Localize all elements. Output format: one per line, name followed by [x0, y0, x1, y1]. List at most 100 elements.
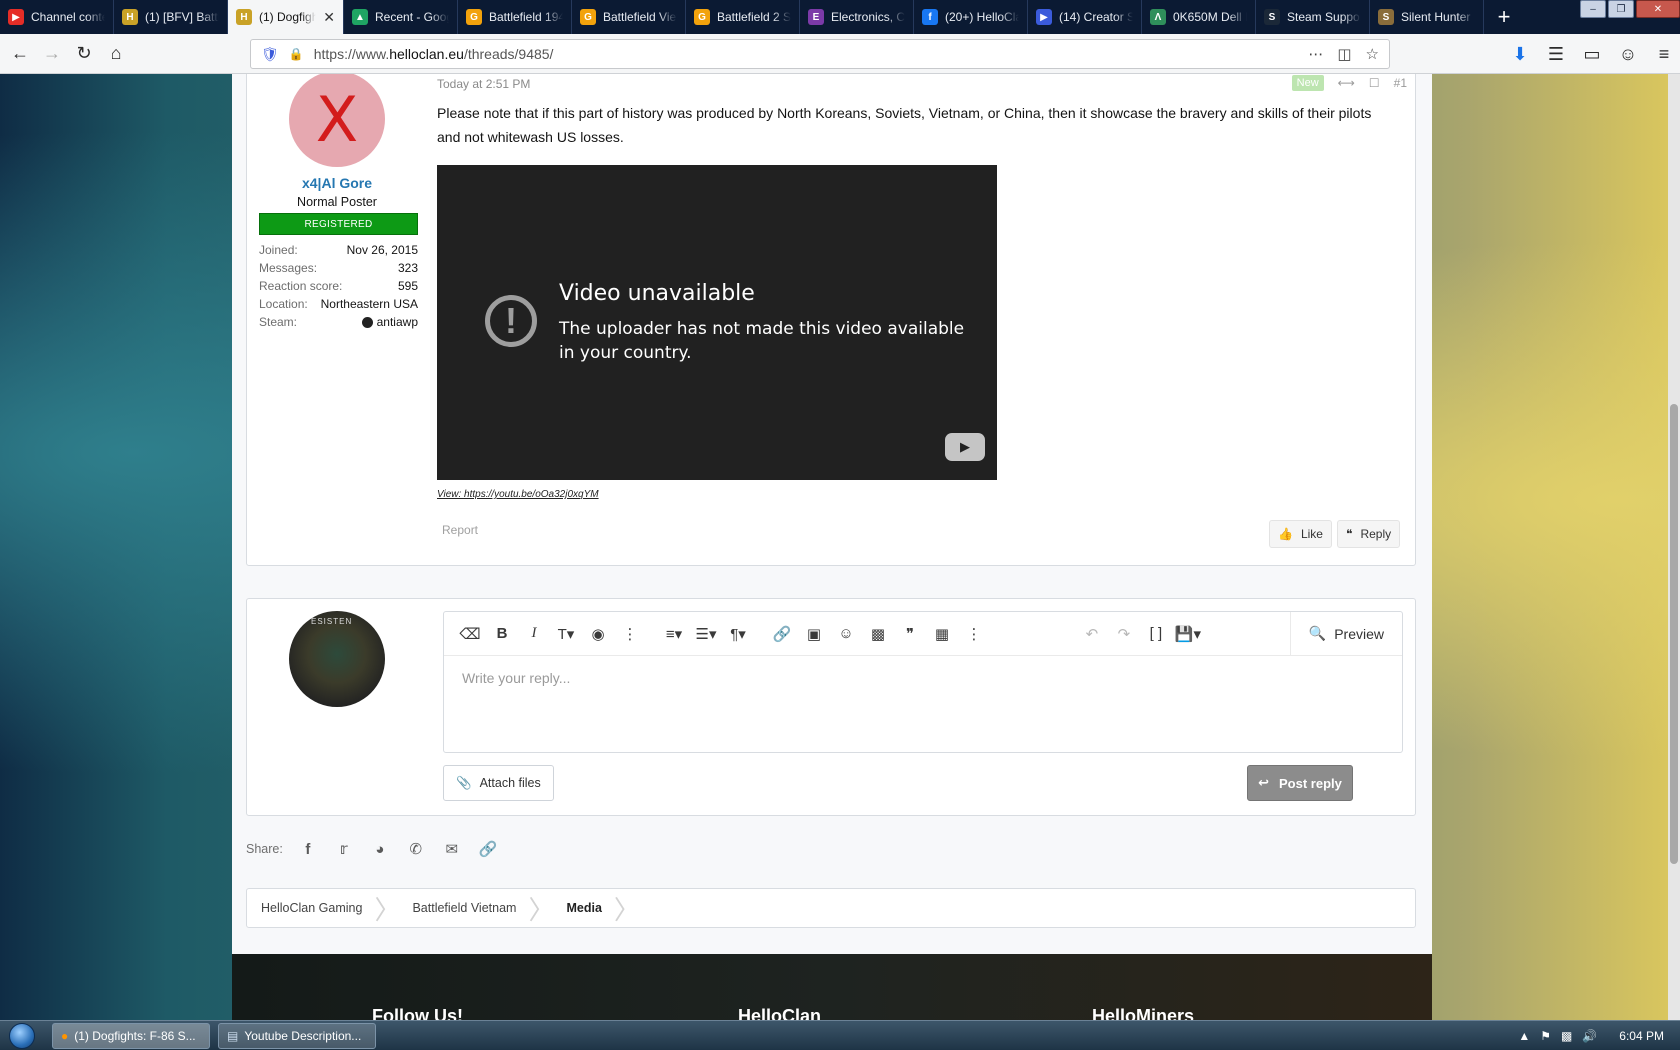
align-icon[interactable]: ☰▾ — [690, 618, 722, 650]
minimize-button[interactable]: – — [1580, 0, 1606, 18]
pocket-icon[interactable]: ◫ — [1337, 45, 1351, 63]
post-reply-button[interactable]: ↩ Post reply — [1247, 765, 1353, 801]
author-avatar[interactable]: X — [289, 74, 385, 167]
youtube-icon[interactable]: ▶ — [945, 433, 985, 461]
like-button[interactable]: 👍 Like — [1269, 520, 1332, 548]
browser-tab[interactable]: f (20+) HelloClan — [914, 0, 1028, 34]
author-name[interactable]: x4|Al Gore — [247, 175, 427, 191]
breadcrumb-item[interactable]: Media 〉 — [566, 890, 651, 927]
back-button[interactable]: ← — [4, 38, 36, 70]
palette-icon[interactable]: ◉ — [582, 618, 614, 650]
more-icon[interactable]: ⋯ — [1308, 45, 1323, 63]
browser-tab[interactable]: S Steam Support — [1256, 0, 1370, 34]
close-window-button[interactable]: ✕ — [1636, 0, 1680, 18]
report-link[interactable]: Report — [442, 523, 478, 537]
browser-tab[interactable]: ▶ (14) Creator Studio — [1028, 0, 1142, 34]
table-icon[interactable]: ▦ — [926, 618, 958, 650]
tray-up-icon[interactable]: ▲ — [1518, 1029, 1530, 1043]
browser-tab[interactable]: Λ 0K650M Dell Motherboard — [1142, 0, 1256, 34]
bookmark-icon[interactable]: ☐ — [1369, 76, 1380, 90]
browser-tab[interactable]: H (1) Dogfights: F-86 ✕ — [228, 0, 344, 34]
stat-value[interactable]: antiawp — [361, 315, 418, 329]
video-message: The uploader has not made this video ava… — [559, 319, 965, 363]
attach-files-button[interactable]: 📎 Attach files — [443, 765, 554, 801]
flag-icon[interactable]: ⚑ — [1540, 1029, 1551, 1043]
library-icon[interactable]: ☰ — [1540, 38, 1572, 70]
image-icon[interactable]: ▣ — [798, 618, 830, 650]
close-tab-icon[interactable]: ✕ — [323, 9, 335, 26]
url-text: https://www.helloclan.eu/threads/9485/ — [313, 46, 554, 62]
taskbar-firefox[interactable]: ● (1) Dogfights: F-86 S... — [52, 1022, 210, 1049]
link-icon[interactable]: 🔗 — [477, 838, 499, 860]
reload-button[interactable]: ↻ — [68, 38, 100, 70]
home-button[interactable]: ⌂ — [100, 38, 132, 70]
downloads-icon[interactable]: ⬇ — [1504, 38, 1536, 70]
reddit-icon[interactable]: ◕ — [369, 838, 391, 860]
bookmark-star-icon[interactable]: ☆ — [1366, 45, 1379, 63]
like-label: Like — [1300, 527, 1323, 541]
taskbar-notepad[interactable]: ▤ Youtube Description... — [218, 1022, 376, 1049]
browser-tab[interactable]: G Battlefield 1942 — [458, 0, 572, 34]
media-icon[interactable]: ▩ — [862, 618, 894, 650]
browser-tab[interactable]: ▲ Recent - Google Drive — [344, 0, 458, 34]
bold-icon[interactable]: B — [486, 618, 518, 650]
video-embed[interactable]: ! Video unavailable The uploader has not… — [437, 165, 997, 480]
clock[interactable]: 6:04 PM — [1619, 1029, 1664, 1043]
breadcrumb-item[interactable]: HelloClan Gaming 〉 — [261, 890, 412, 927]
link-icon[interactable]: 🔗 — [766, 618, 798, 650]
browser-tab[interactable]: G Battlefield 2 Server — [686, 0, 800, 34]
font-size-icon[interactable]: T▾ — [550, 618, 582, 650]
email-icon[interactable]: ✉ — [441, 838, 463, 860]
browser-tab[interactable]: H (1) [BFV] Battlefield — [114, 0, 228, 34]
user-avatar[interactable]: ESISTEN — [289, 611, 385, 707]
eraser-icon[interactable]: ⌫ — [454, 618, 486, 650]
sidebar-icon[interactable]: ▭ — [1576, 38, 1608, 70]
browser-tab[interactable]: ▶ Channel content - YouTube Studio — [0, 0, 114, 34]
breadcrumb-item[interactable]: Battlefield Vietnam 〉 — [412, 890, 566, 927]
share-icon[interactable]: ⟷ — [1338, 76, 1355, 90]
url-bar[interactable]: 🛡 🔒 https://www.helloclan.eu/threads/948… — [250, 39, 1390, 69]
more-options-icon[interactable]: ⋮ — [614, 618, 646, 650]
shield-icon[interactable]: 🛡 — [261, 46, 279, 63]
post-number[interactable]: #1 — [1394, 76, 1407, 90]
forward-button[interactable]: → — [36, 38, 68, 70]
drafts-icon[interactable]: 💾▾ — [1172, 618, 1204, 650]
browser-tab[interactable]: G Battlefield Vietnam — [572, 0, 686, 34]
browser-tab[interactable]: S Silent Hunter — [1370, 0, 1484, 34]
reply-editor: ⌫ B I T▾ ◉ ⋮ ≡▾ ☰▾ ¶▾ 🔗 ▣ ☺ ▩ ❞ ▦ ⋮ ↶ ↷ … — [443, 611, 1403, 753]
volume-icon[interactable]: 🔊 — [1582, 1029, 1597, 1043]
menu-icon[interactable]: ≡ — [1648, 38, 1680, 70]
maximize-button[interactable]: ❐ — [1608, 0, 1634, 18]
list-icon[interactable]: ≡▾ — [658, 618, 690, 650]
redo-icon[interactable]: ↷ — [1108, 618, 1140, 650]
reply-button[interactable]: ❝ Reply — [1337, 520, 1401, 548]
start-button[interactable] — [0, 1021, 44, 1050]
more-insert-icon[interactable]: ⋮ — [958, 618, 990, 650]
network-icon[interactable]: ▩ — [1561, 1029, 1572, 1043]
quote-icon[interactable]: ❞ — [894, 618, 926, 650]
breadcrumb-label: Battlefield Vietnam — [412, 901, 517, 915]
reply-input[interactable] — [444, 656, 1402, 752]
smiley-icon[interactable]: ☺ — [830, 618, 862, 650]
page-scrollbar[interactable] — [1668, 74, 1680, 1020]
whatsapp-icon[interactable]: ✆ — [405, 838, 427, 860]
lock-icon[interactable]: 🔒 — [289, 47, 304, 61]
account-icon[interactable]: ☺ — [1612, 38, 1644, 70]
scrollbar-thumb[interactable] — [1670, 404, 1678, 864]
new-tab-button[interactable]: + — [1484, 0, 1524, 34]
paragraph-icon[interactable]: ¶▾ — [722, 618, 754, 650]
browser-tab[interactable]: E Electronics, Cars — [800, 0, 914, 34]
stat-value-text: antiawp — [376, 315, 418, 329]
preview-button[interactable]: 🔍 Preview — [1289, 611, 1402, 656]
video-link[interactable]: View: https://youtu.be/oOa32j0xqYM — [437, 489, 599, 500]
post-date[interactable]: Today at 2:51 PM — [437, 77, 530, 91]
stat-key: Messages: — [259, 261, 318, 275]
twitter-icon[interactable]: 𝕣 — [333, 838, 355, 860]
avatar-text: ESISTEN — [311, 617, 353, 626]
bbcode-icon[interactable]: [ ] — [1140, 618, 1172, 650]
undo-icon[interactable]: ↶ — [1076, 618, 1108, 650]
hc-icon: H — [122, 9, 138, 25]
preview-label: Preview — [1334, 625, 1384, 642]
facebook-icon[interactable]: f — [297, 838, 319, 860]
italic-icon[interactable]: I — [518, 618, 550, 650]
